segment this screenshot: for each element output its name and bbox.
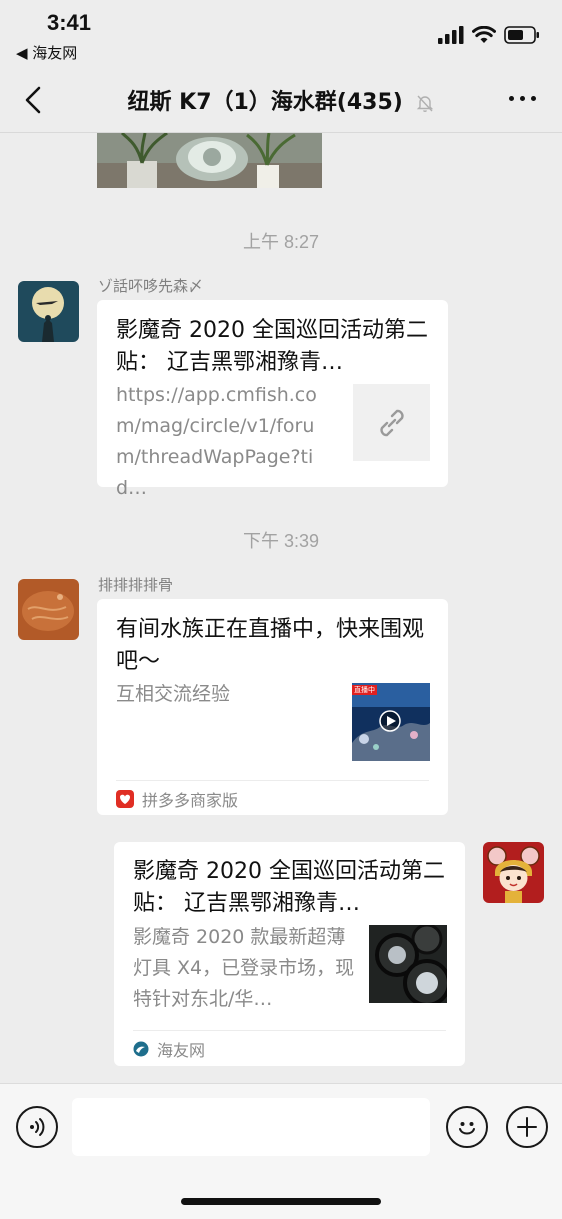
- more-dot-icon: [509, 96, 514, 101]
- live-badge: 直播中: [352, 685, 377, 695]
- home-indicator: [181, 1198, 381, 1205]
- card-description: 互相交流经验: [116, 683, 231, 705]
- system-icons: [438, 26, 540, 44]
- card-source: 拼多多商家版: [116, 780, 429, 816]
- led-light-photo: [369, 925, 447, 1003]
- link-icon: [379, 409, 404, 436]
- more-dot-icon: [531, 96, 536, 101]
- haiyou-logo-icon: [133, 1041, 149, 1057]
- status-bar: 3:41 ◀ 海友网: [0, 0, 562, 70]
- moon-avatar-icon: [18, 281, 79, 342]
- smiley-icon: [459, 1122, 475, 1135]
- message-timestamp: 下午 3:39: [242, 531, 320, 551]
- message-timestamp: 上午 8:27: [242, 232, 320, 252]
- chat-message-list[interactable]: 上午 8:27 ゾ話吥哆先森〆 影魔奇 2020 全国巡回活动第二贴： 辽吉黑鄂…: [0, 133, 562, 1083]
- battery-icon: [504, 26, 539, 44]
- my-avatar[interactable]: [483, 842, 544, 903]
- chat-header: 纽斯 K7（1）海水群(435): [0, 70, 562, 133]
- mute-bell-icon: [416, 95, 433, 112]
- chat-title-text: 纽斯 K7（1）海水群(435): [127, 90, 403, 115]
- live-stream-thumbnail: 直播中: [352, 683, 430, 761]
- sender-name: 排排排排骨: [98, 576, 174, 594]
- card-description: 影魔奇 2020 款最新超薄灯具 X4，已登录市场，现特针对东北/华…: [133, 926, 355, 1010]
- mouse-girl-avatar-icon: [483, 842, 544, 903]
- wifi-icon: [472, 26, 496, 43]
- pinduoduo-icon: [116, 789, 134, 808]
- voice-input-button[interactable]: [16, 1106, 58, 1148]
- more-dot-icon: [520, 96, 525, 101]
- link-card-message[interactable]: 影魔奇 2020 全国巡回活动第二贴： 辽吉黑鄂湘豫青… https://app…: [97, 300, 448, 499]
- more-functions-button[interactable]: [506, 1106, 548, 1148]
- card-source-label: 拼多多商家版: [142, 790, 239, 810]
- chat-title: 纽斯 K7（1）海水群(435): [0, 84, 562, 116]
- mini-program-card-message[interactable]: 有间水族正在直播中，快来围观吧～ 互相交流经验 直播中 拼多多商家版: [97, 599, 448, 815]
- status-time: 3:41: [47, 10, 92, 35]
- plants-photo: [97, 133, 322, 188]
- link-card-url: https://app.cmfish.com/mag/circle/v1/for…: [116, 384, 317, 499]
- card-title: 影魔奇 2020 全国巡回活动第二贴： 辽吉黑鄂湘豫青…: [133, 859, 445, 916]
- card-title: 有间水族正在直播中，快来围观吧～: [116, 617, 425, 674]
- sand-avatar-icon: [18, 579, 79, 640]
- plus-icon: [517, 1117, 537, 1137]
- product-thumbnail: [369, 925, 447, 1003]
- sent-link-card-message[interactable]: 影魔奇 2020 全国巡回活动第二贴： 辽吉黑鄂湘豫青… 影魔奇 2020 款最…: [114, 842, 465, 1066]
- image-message[interactable]: [97, 133, 322, 188]
- sender-avatar[interactable]: [18, 579, 79, 640]
- emoji-button[interactable]: [446, 1106, 488, 1148]
- card-source-label: 海友网: [157, 1041, 206, 1060]
- back-to-app-link[interactable]: ◀ 海友网: [16, 42, 77, 63]
- message-text-input[interactable]: [72, 1098, 430, 1156]
- sender-name: ゾ話吥哆先森〆: [98, 277, 204, 295]
- link-card-title: 影魔奇 2020 全国巡回活动第二贴： 辽吉黑鄂湘豫青…: [116, 318, 428, 375]
- voice-icon: [30, 1118, 45, 1136]
- card-source: 海友网: [133, 1030, 446, 1067]
- sender-avatar[interactable]: [18, 281, 79, 342]
- signal-icon: [438, 26, 464, 44]
- more-options-button[interactable]: [509, 96, 536, 101]
- link-thumbnail: [353, 384, 430, 461]
